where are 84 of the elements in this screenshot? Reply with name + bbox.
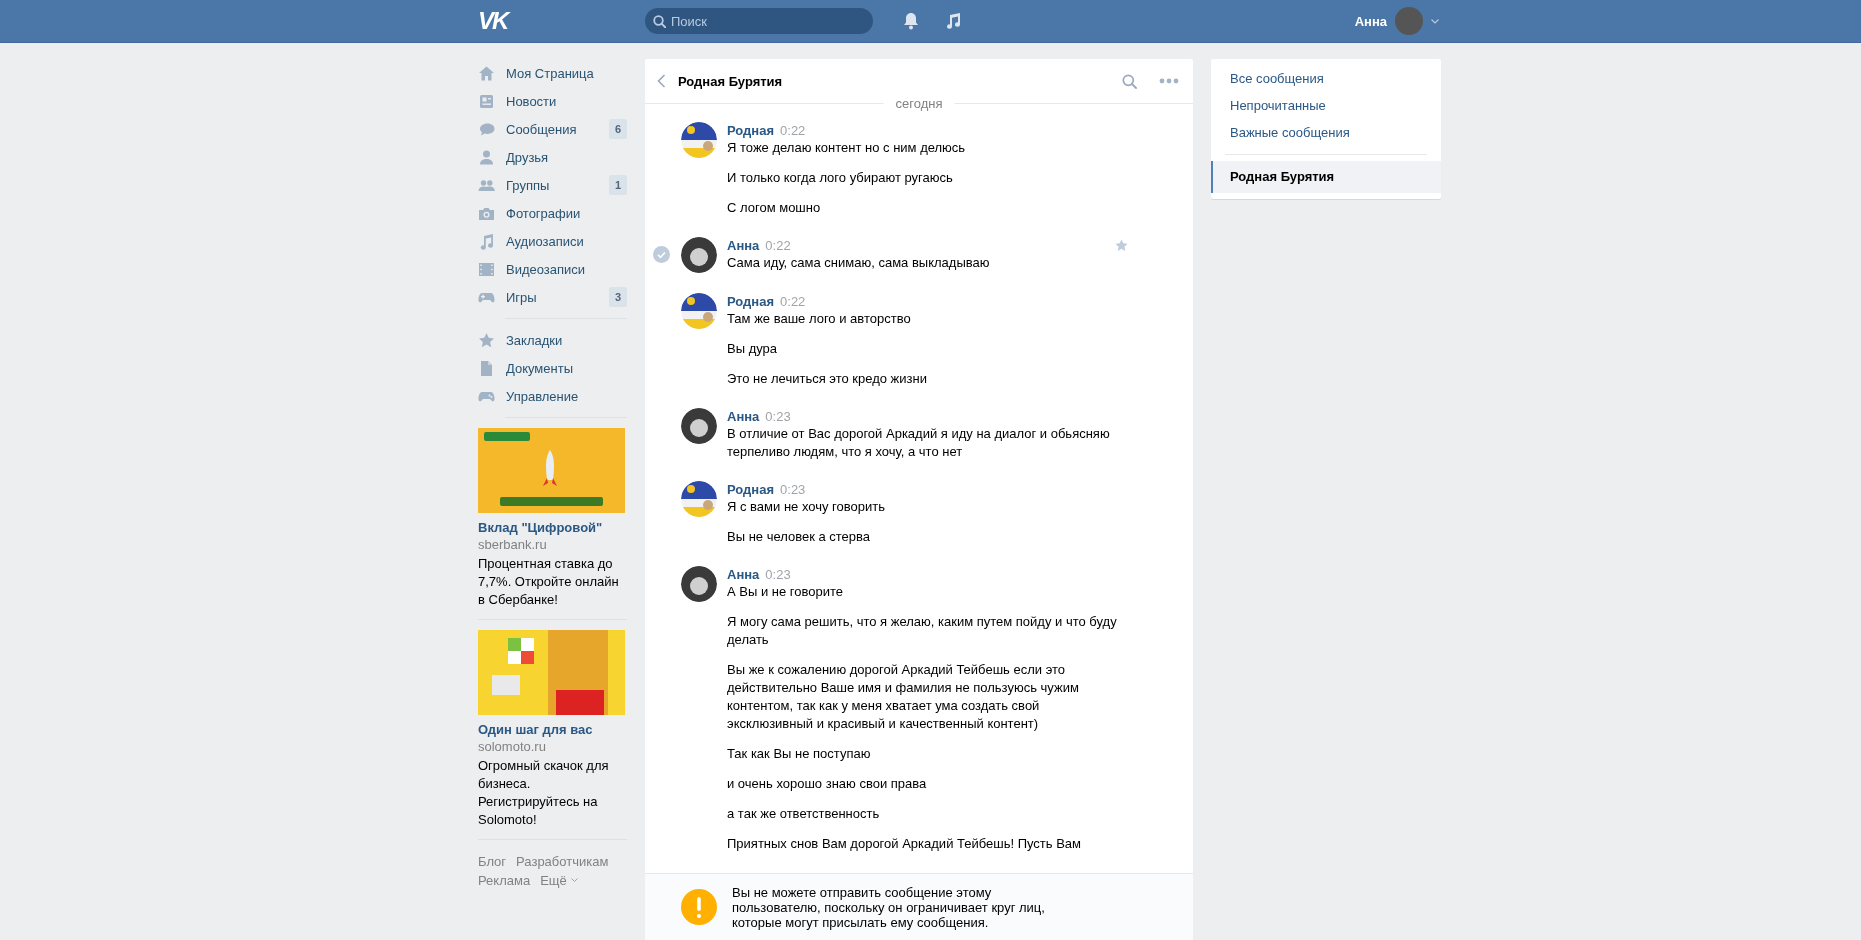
sidebar-item[interactable]: Закладки <box>478 326 627 354</box>
star-icon[interactable] <box>1115 239 1128 252</box>
message-text: Это не лечиться это кредо жизни <box>727 370 928 388</box>
search-icon <box>653 15 666 28</box>
photo-placeholder[interactable] <box>478 630 625 715</box>
message-text: Вы дура <box>727 340 779 358</box>
music-note-icon[interactable] <box>945 12 961 30</box>
sidebar-item[interactable]: Друзья <box>478 143 627 171</box>
message-text: Сама иду, сама снимаю, сама выкладываю <box>727 254 991 272</box>
caret-icon[interactable] <box>1431 18 1439 24</box>
ad-banner[interactable] <box>478 428 625 513</box>
message-text: Вы же к сожалению дорогой Аркадий Тейбешь если это действительно Ваше имя и фамилия не пользуюсь чужим контентом, так как у меня хватает ума создать свой эксклюзивный и красивый и качественный контент) <box>727 661 1080 733</box>
author-name[interactable]: Анна <box>727 237 760 254</box>
sidebar-item[interactable]: Управление <box>478 382 627 410</box>
more-icon[interactable] <box>1159 78 1179 84</box>
author-name[interactable]: Родная <box>727 293 775 310</box>
message-time: 0:22 <box>780 293 806 310</box>
music-note-icon <box>478 232 495 250</box>
ad-domain: sberbank.ru <box>478 537 548 552</box>
author-name[interactable]: Анна <box>727 566 760 583</box>
ad-title[interactable]: Вклад "Цифровой" <box>478 520 627 535</box>
bell-icon[interactable] <box>903 12 919 30</box>
message-text: Я могу сама решить, что я желаю, каким путем пойду и что буду делать <box>727 613 1118 649</box>
message-text: И только когда лого убирают ругаюсь <box>727 169 954 187</box>
message-text: А Вы и не говорите <box>727 583 844 601</box>
message-text: Я с вами не хочу говорить <box>727 498 886 516</box>
message-text: Вы не человек а стерва <box>727 528 872 546</box>
avatar[interactable] <box>681 293 717 329</box>
menu-item[interactable]: Родная Бурятия <box>1211 161 1441 193</box>
menu-item[interactable]: Все сообщения <box>1211 65 1441 92</box>
ad-text: Процентная ставка до 7,7%. Откройте онлайн в Сбербанке! <box>478 555 620 609</box>
message-text: В отличие от Вас дорогой Аркадий я иду на диалог и обьясняю терпеливо людям, что я хочу, а что нет <box>727 425 1111 461</box>
message-text: С логом мошно <box>727 199 822 217</box>
message-time: 0:23 <box>765 408 791 425</box>
menu-item[interactable]: Важные сообщения <box>1211 119 1441 146</box>
home-icon <box>478 64 495 82</box>
document-icon <box>478 359 495 377</box>
message-text: а так же ответственность <box>727 805 881 823</box>
ad-title[interactable]: Один шаг для вас <box>478 722 627 737</box>
star-icon <box>478 331 495 349</box>
sidebar-item[interactable]: Видеозаписи <box>478 255 627 283</box>
counter-badge: 1 <box>608 175 627 195</box>
search-icon[interactable] <box>1122 73 1137 89</box>
sidebar-item[interactable]: Новости <box>478 87 627 115</box>
avatar[interactable] <box>681 481 717 517</box>
caret-icon[interactable] <box>570 878 578 883</box>
message-time: 0:22 <box>780 122 806 139</box>
author-name[interactable]: Родная <box>727 122 775 139</box>
message-time: 0:23 <box>765 566 791 583</box>
check-circle-icon[interactable] <box>653 246 670 263</box>
message-text: Там же ваше лого и авторство <box>727 310 912 328</box>
counter-badge: 6 <box>608 119 627 139</box>
search-field[interactable]: Поиск <box>645 8 873 34</box>
sidebar-item[interactable]: Фотографии <box>478 199 627 227</box>
sidebar-item[interactable]: Моя Страница <box>478 59 627 87</box>
message-text: Я тоже делаю контент но с ним делюсь <box>727 139 967 157</box>
sidebar-item[interactable]: Документы <box>478 354 627 382</box>
person-icon <box>478 148 495 166</box>
notice-text: Вы не можете отправить сообщение этому пользователю, поскольку он ограничивает круг лиц, которые могут присылать ему сообщения. <box>732 884 1046 930</box>
author-name[interactable]: Анна <box>727 408 760 425</box>
author-name[interactable]: Родная <box>727 481 775 498</box>
sidebar-item[interactable]: Группы 1 <box>478 171 627 199</box>
sidebar-item[interactable]: Сообщения 6 <box>478 115 627 143</box>
message-time: 0:22 <box>765 237 791 254</box>
avatar[interactable] <box>681 122 717 158</box>
user-name[interactable]: Анна <box>1354 13 1387 29</box>
message-time: 0:23 <box>780 481 806 498</box>
ad-text: Огромный скачок для бизнеса. Регистрируйтесь на Solomoto! <box>478 757 610 829</box>
message-text: Приятных снов Вам дорогой Аркадий Тейбешь! Пусть Вам <box>727 835 1083 853</box>
sidebar-item[interactable]: Игры 3 <box>478 283 627 311</box>
ad-domain: solomoto.ru <box>478 739 547 754</box>
logo[interactable]: VK <box>478 7 645 35</box>
menu-item[interactable]: Непрочитанные <box>1211 92 1441 119</box>
message-text: и очень хорошо знаю свои права <box>727 775 928 793</box>
sidebar-item[interactable]: Аудиозаписи <box>478 227 627 255</box>
avatar[interactable] <box>681 237 717 273</box>
chat-title: Родная Бурятия <box>678 73 784 89</box>
avatar[interactable] <box>681 566 717 602</box>
message-text: Так как Вы не поступаю <box>727 745 872 763</box>
newspaper-icon <box>478 92 495 110</box>
film-strip-icon <box>478 260 495 278</box>
counter-badge: 3 <box>608 287 627 307</box>
avatar[interactable] <box>681 408 717 444</box>
warning-icon <box>681 889 717 925</box>
